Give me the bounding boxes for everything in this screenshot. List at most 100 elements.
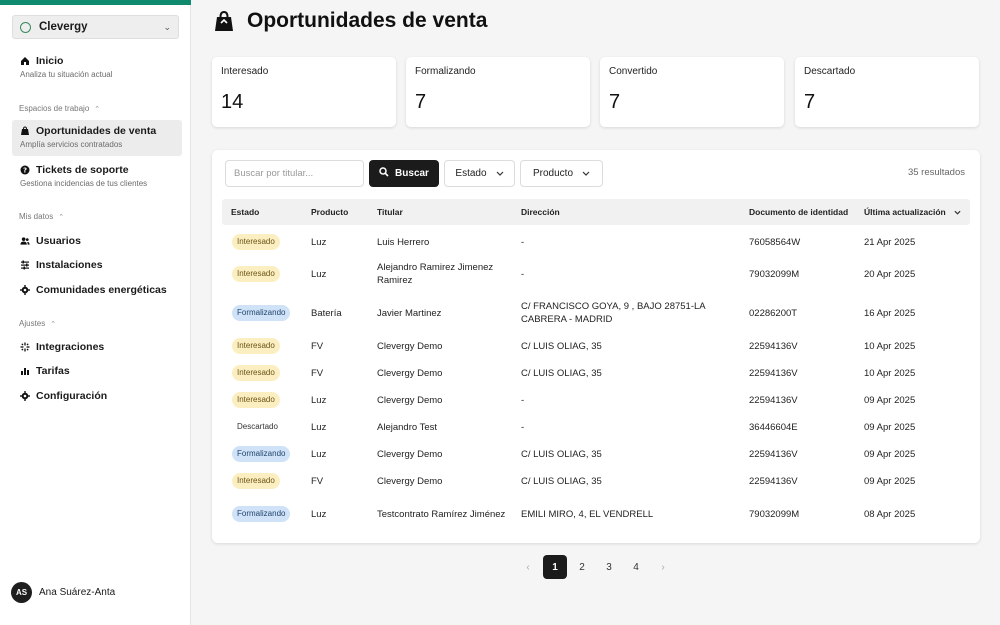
table-cell-titular: Alejandro Test [377, 421, 438, 433]
stat-card-convertido: Convertido 7 [600, 57, 784, 127]
column-header-titular[interactable]: Titular [377, 207, 403, 217]
stat-value: 7 [415, 91, 427, 113]
column-header-producto[interactable]: Producto [311, 207, 348, 217]
results-count: 35 resultados [907, 167, 965, 178]
chevron-down-icon [496, 168, 504, 179]
table-cell-producto: FV [311, 367, 324, 379]
stat-label: Formalizando [415, 66, 476, 77]
table-cell-direccion: C/ LUIS OLIAG, 35 [521, 367, 602, 379]
table-cell-titular: Clevergy Demo [377, 340, 443, 352]
sidebar-item-configuracion[interactable]: Configuración [12, 387, 182, 405]
stat-card-formalizando: Formalizando 7 [406, 57, 590, 127]
table-cell-titular: Testcontrato Ramírez Jiménez [377, 508, 506, 520]
table-cell-fecha: 16 Apr 2025 [864, 307, 916, 319]
table-cell-producto: FV [311, 340, 324, 352]
section-workspaces[interactable]: Espacios de trabajo ⌃ [19, 104, 100, 113]
search-icon [379, 167, 389, 180]
table-cell-fecha: 10 Apr 2025 [864, 340, 916, 352]
table-cell-producto: Batería [311, 307, 342, 319]
sparkle-icon [20, 342, 30, 352]
stat-card-descartado: Descartado 7 [795, 57, 979, 127]
table-cell-doc: 22594136V [749, 367, 798, 379]
page-button-1[interactable]: 1 [543, 555, 567, 579]
user-menu[interactable]: AS Ana Suárez-Anta [11, 582, 115, 603]
table-cell-doc: 79032099M [749, 508, 800, 520]
next-page-button[interactable]: › [651, 555, 675, 579]
chevron-down-icon: ⌄ [163, 21, 171, 32]
table-cell-titular: Clevergy Demo [377, 448, 443, 460]
sidebar-item-label: Oportunidades de venta [36, 125, 157, 137]
table-cell-producto: Luz [311, 394, 327, 406]
table-cell-doc: 76058564W [749, 236, 801, 248]
page-header: Oportunidades de venta [214, 9, 487, 33]
section-label: Espacios de trabajo [19, 104, 90, 113]
status-badge: Interesado [232, 234, 280, 250]
table-cell-doc: 02286200T [749, 307, 798, 319]
shopping-bag-icon [20, 126, 30, 136]
table-cell-fecha: 20 Apr 2025 [864, 268, 916, 280]
stat-label: Interesado [221, 66, 269, 77]
search-button-label: Buscar [395, 168, 429, 179]
sliders-icon [20, 260, 30, 270]
column-header-estado[interactable]: Estado [231, 207, 259, 217]
sidebar-item-tickets[interactable]: ? Tickets de soporte Gestiona incidencia… [12, 161, 182, 191]
column-header-direccion[interactable]: Dirección [521, 207, 560, 217]
table-cell-titular: Alejandro Ramirez Jimenez Ramirez [377, 262, 494, 286]
column-header-documento[interactable]: Documento de identidad [749, 207, 848, 217]
search-input[interactable] [225, 160, 364, 187]
organization-logo-icon [20, 21, 31, 33]
filter-label: Producto [532, 168, 574, 179]
table-cell-direccion: - [521, 394, 525, 406]
sidebar-item-label: Comunidades energéticas [36, 284, 167, 296]
status-badge: Formalizando [232, 446, 291, 462]
shopping-bag-icon [214, 10, 234, 32]
column-header-ultima-actualizacion[interactable]: Última actualización [864, 207, 961, 217]
sidebar-item-instalaciones[interactable]: Instalaciones [12, 256, 182, 274]
stat-card-interesado: Interesado 14 [212, 57, 396, 127]
table-cell-doc: 22594136V [749, 475, 798, 487]
page-button-2[interactable]: 2 [570, 555, 594, 579]
stat-value: 7 [609, 91, 621, 113]
brand-bar [0, 0, 191, 5]
prev-page-button[interactable]: ‹ [516, 555, 540, 579]
table-cell-direccion: EMILI MIRO, 4, EL VENDRELL [521, 508, 654, 520]
table-cell-titular: Clevergy Demo [377, 367, 443, 379]
sidebar-item-integraciones[interactable]: Integraciones [12, 338, 182, 356]
sidebar-item-tarifas[interactable]: Tarifas [12, 362, 182, 380]
filter-producto-dropdown[interactable]: Producto [520, 160, 603, 187]
table-cell-direccion: - [521, 268, 525, 280]
chevron-up-icon: ⌃ [50, 320, 57, 328]
table-cell-direccion: C/ LUIS OLIAG, 35 [521, 448, 602, 460]
sidebar-item-inicio[interactable]: Inicio Analiza tu situación actual [12, 52, 182, 82]
section-my-data[interactable]: Mis datos ⌃ [19, 212, 64, 221]
status-badge: Interesado [232, 365, 280, 381]
sidebar-item-usuarios[interactable]: Usuarios [12, 232, 182, 250]
filter-estado-dropdown[interactable]: Estado [444, 160, 515, 187]
page-button-4[interactable]: 4 [624, 555, 648, 579]
table-cell-producto: FV [311, 475, 324, 487]
user-name: Ana Suárez-Anta [39, 587, 116, 598]
gear-icon [20, 391, 30, 401]
sidebar-item-description: Analiza tu situación actual [20, 70, 113, 79]
chevron-down-icon [582, 168, 590, 179]
sidebar-item-oportunidades[interactable]: Oportunidades de venta Amplía servicios … [12, 120, 182, 156]
organization-name: Clevergy [39, 21, 88, 33]
section-label: Mis datos [19, 212, 54, 221]
section-settings[interactable]: Ajustes ⌃ [19, 319, 56, 328]
stat-label: Descartado [804, 66, 856, 77]
table-header: Estado Producto Titular Dirección Docume… [222, 199, 970, 225]
page-button-3[interactable]: 3 [597, 555, 621, 579]
sidebar-item-label: Instalaciones [36, 259, 103, 271]
status-badge: Interesado [232, 266, 280, 282]
organization-select[interactable]: Clevergy ⌄ [12, 15, 179, 39]
table-cell-direccion: C/ LUIS OLIAG, 35 [521, 475, 602, 487]
table-cell-fecha: 10 Apr 2025 [864, 367, 916, 379]
sidebar-item-label: Configuración [36, 390, 108, 402]
chevron-up-icon: ⌃ [94, 105, 101, 113]
pagination: ‹ 1 2 3 4 › [516, 555, 678, 579]
sidebar-item-label: Usuarios [36, 235, 81, 247]
search-button[interactable]: Buscar [369, 160, 439, 187]
sidebar-item-comunidades[interactable]: Comunidades energéticas [12, 281, 182, 299]
section-label: Ajustes [19, 319, 46, 328]
table-cell-producto: Luz [311, 421, 327, 433]
